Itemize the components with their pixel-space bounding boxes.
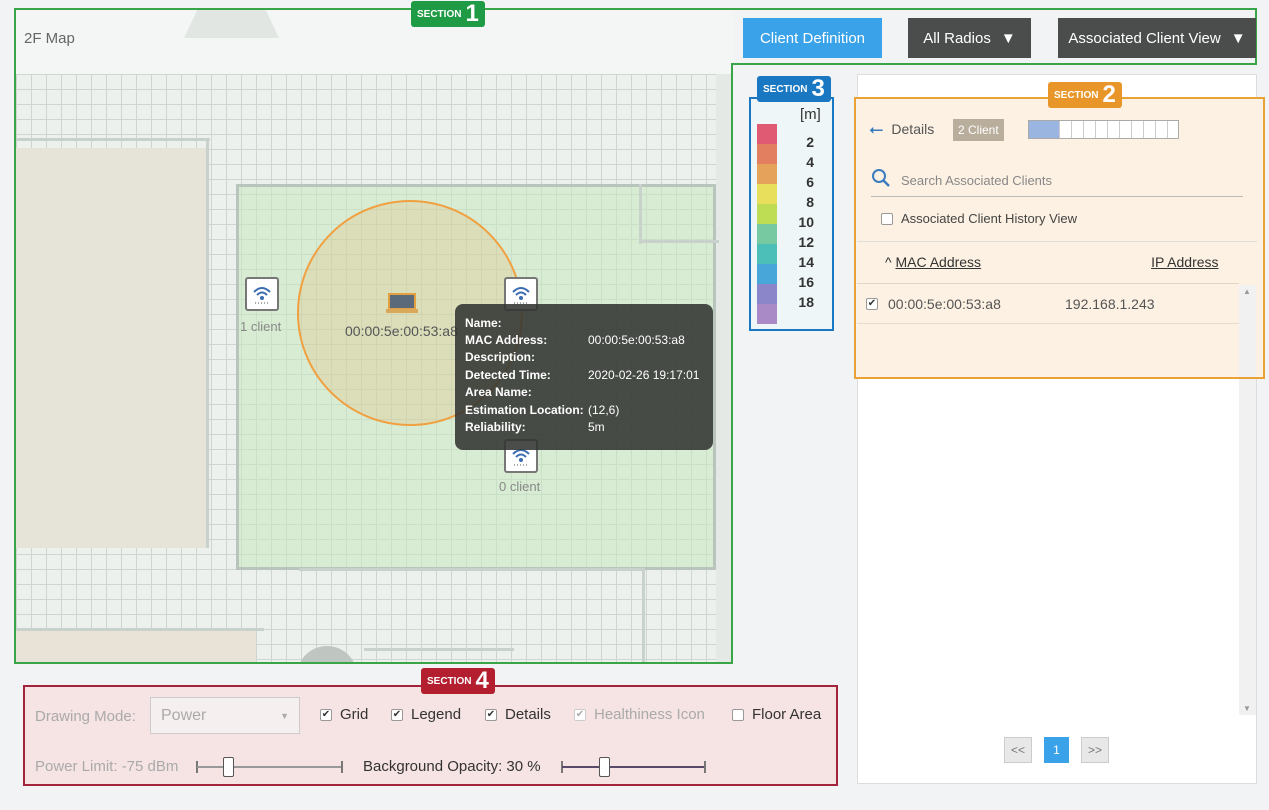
legend-toggle[interactable]: ✔ Legend [391,706,461,723]
tooltip-key: Area Name: [465,385,532,400]
healthiness-label: Healthiness Icon [594,706,705,723]
tooltip-key: Description: [465,350,536,365]
power-limit-slider[interactable] [197,766,342,768]
section-4-tag: SECTION 4 [421,668,495,694]
pager-prev-button[interactable]: << [1004,737,1032,763]
caret-down-icon: ▼ [1230,29,1246,47]
all-radios-dropdown[interactable]: All Radios ▼ [908,18,1031,58]
section-2-frame [854,97,1265,379]
pager-next-button[interactable]: >> [1081,737,1109,763]
tooltip-row: Detected Time: 2020-02-26 19:17:01 [465,366,703,383]
section-2-tag: SECTION 2 [1048,82,1122,108]
slider-cap [704,761,706,773]
details-checkbox[interactable]: ✔ [485,708,497,721]
details-toggle-control[interactable]: ✔ Details [485,706,551,723]
floor-area-toggle[interactable]: Floor Area [732,706,821,723]
details-control-label: Details [505,706,551,723]
view-label: Associated Client View [1068,29,1221,47]
floor-area-label: Floor Area [752,706,822,723]
tooltip-value: (12,6) [588,402,620,417]
caret-down-icon: ▼ [280,710,289,721]
grid-checkbox[interactable]: ✔ [320,708,332,721]
tooltip-key: Name: [465,315,502,330]
grid-toggle[interactable]: ✔ Grid [320,706,368,723]
tooltip-row: Name: [465,314,703,331]
tooltip-key: Reliability: [465,420,526,435]
legend-checkbox[interactable]: ✔ [391,708,403,721]
tooltip-row: Description: [465,349,703,366]
drawing-mode-select[interactable]: Power ▼ [150,697,300,734]
all-radios-label: All Radios [923,29,991,47]
tooltip-value: 00:00:5e:00:53:a8 [588,333,685,348]
section-1-frame-top [14,8,1256,10]
tooltip-row: Area Name: [465,384,703,401]
floor-area-checkbox[interactable] [732,708,744,721]
section-1-frame-step [731,63,1257,65]
tooltip-key: MAC Address: [465,333,548,348]
tooltip-key: Detected Time: [465,367,551,382]
tooltip-row: Estimation Location: (12,6) [465,401,703,418]
pager-page-button[interactable]: 1 [1044,737,1069,763]
bg-opacity-slider-thumb[interactable] [599,757,610,777]
grid-label: Grid [340,706,369,723]
section-1-frame-inner [731,63,733,664]
drawing-mode-label: Drawing Mode: [35,708,136,725]
tooltip-row: Reliability: 5m [465,418,703,435]
tooltip-key: Estimation Location: [465,402,584,417]
view-dropdown[interactable]: Associated Client View ▼ [1058,18,1256,58]
tooltip-value: 2020-02-26 19:17:01 [588,367,700,382]
power-limit-label: Power Limit: -75 dBm [35,758,179,775]
drawing-mode-value: Power [161,706,207,724]
scroll-down-icon[interactable]: ▼ [1243,704,1251,713]
healthiness-checkbox[interactable]: ✔ [574,708,586,721]
tooltip-rows: Name: MAC Address: 00:00:5e:00:53:a8 Descri… [465,314,703,436]
section-3-tag: SECTION 3 [757,76,831,102]
power-limit-slider-thumb[interactable] [223,757,234,777]
client-definition-button[interactable]: Client Definition [743,18,882,58]
slider-cap [341,761,343,773]
section-1-tag: SECTION 1 [411,1,485,27]
caret-down-icon: ▼ [1000,29,1016,47]
section-3-frame [749,97,834,331]
tooltip-row: MAC Address: 00:00:5e:00:53:a8 [465,331,703,348]
client-tooltip: Name: MAC Address: 00:00:5e:00:53:a8 Descri… [455,304,713,450]
bg-opacity-slider[interactable] [562,766,705,768]
tooltip-value: 5m [588,420,605,435]
bg-opacity-label: Background Opacity: 30 % [363,758,541,775]
healthiness-toggle[interactable]: ✔ Healthiness Icon [574,706,705,723]
legend-label: Legend [411,706,462,723]
